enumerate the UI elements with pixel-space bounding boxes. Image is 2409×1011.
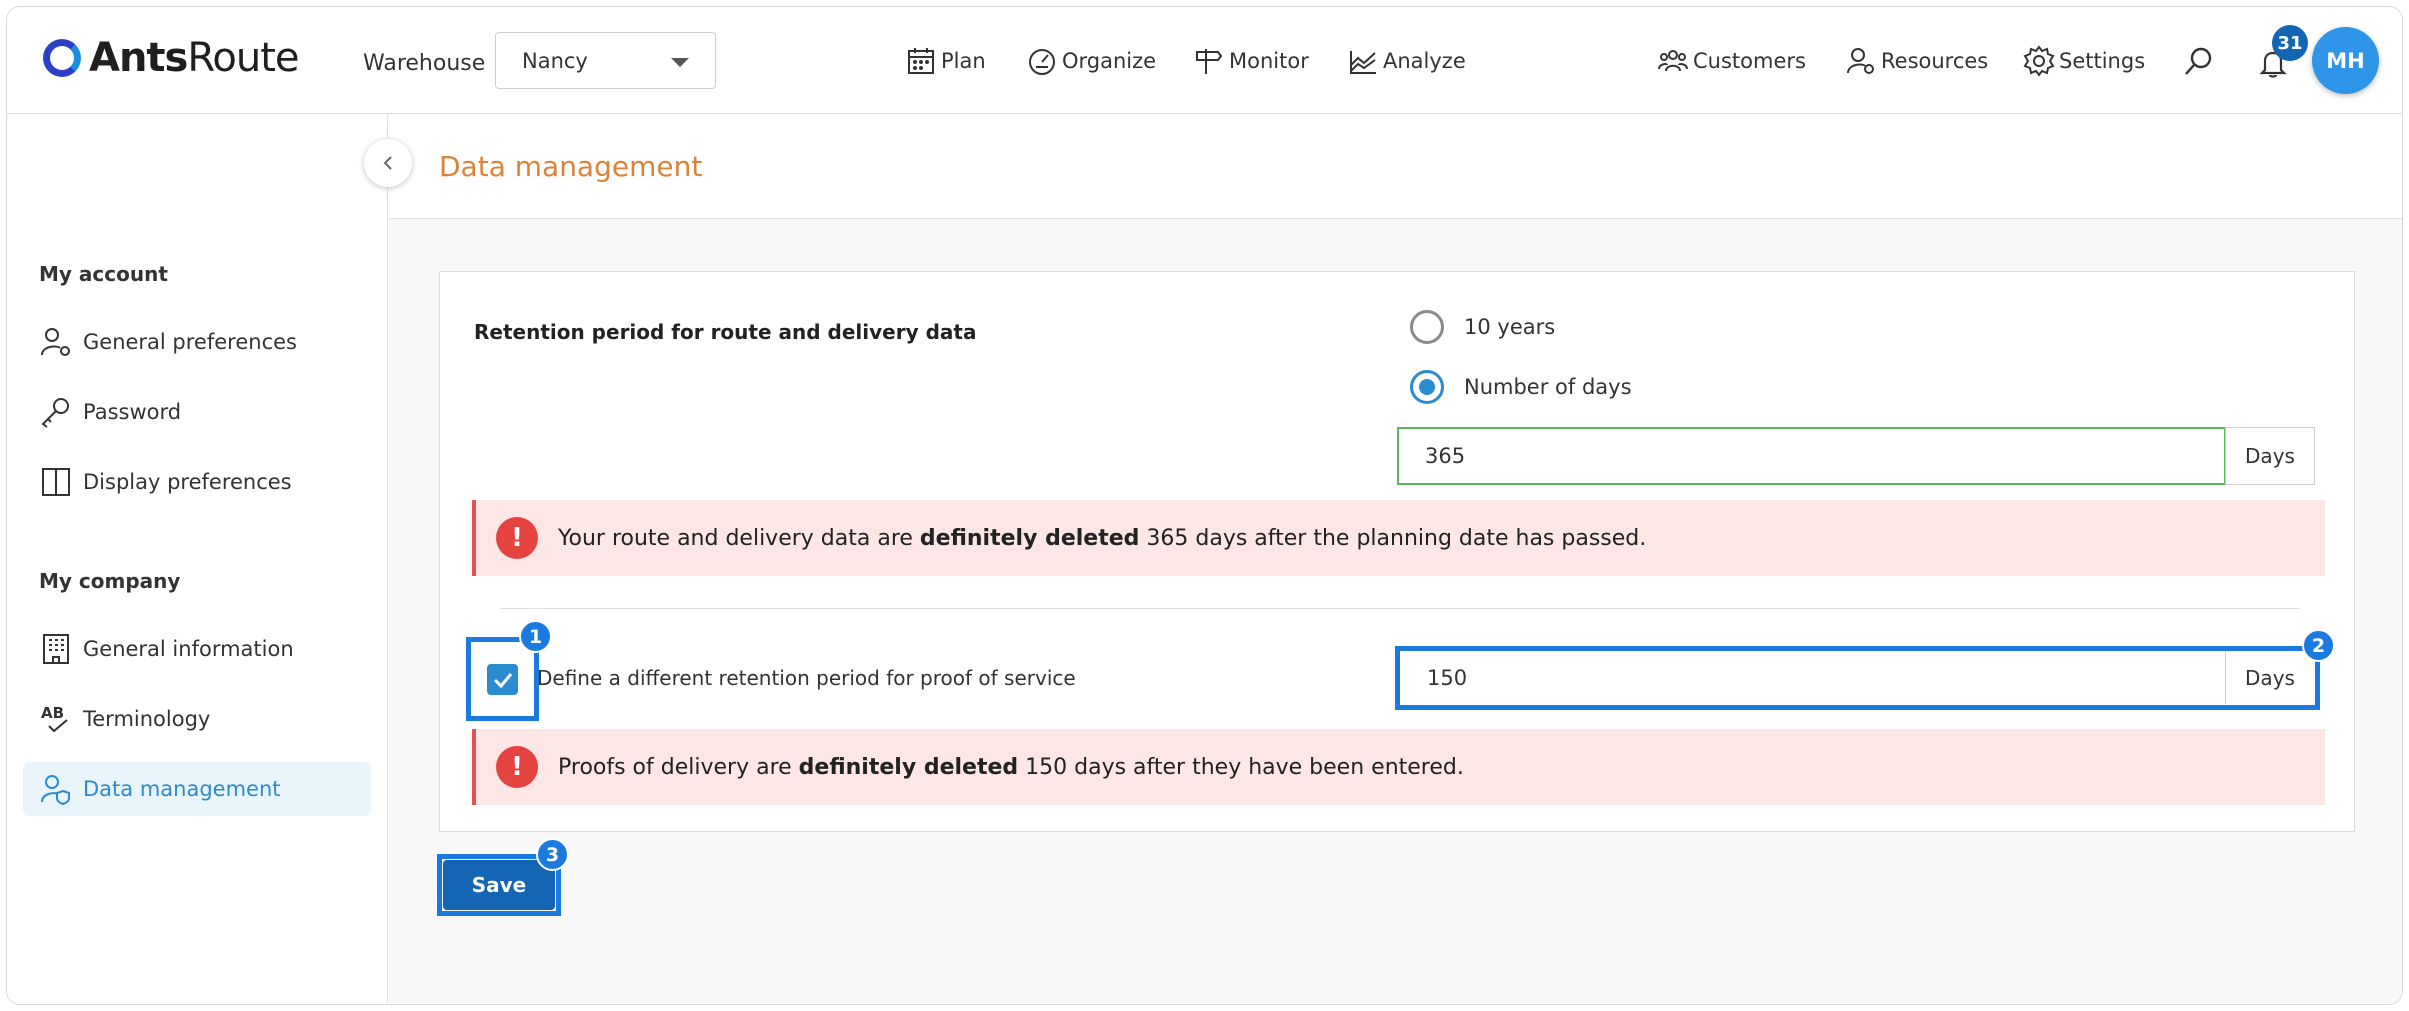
- warehouse-select[interactable]: Nancy: [495, 32, 716, 89]
- my-company-title: My company: [39, 569, 181, 593]
- caret-down-icon: [671, 58, 689, 67]
- collapse-sidebar-button[interactable]: [364, 139, 412, 187]
- proof-warning-alert: ! Proofs of delivery are definitely dele…: [472, 729, 2325, 805]
- proof-of-service-label: Define a different retention period for …: [537, 666, 1076, 690]
- nav-settings[interactable]: Settings: [2023, 45, 2145, 77]
- divider: [500, 608, 2300, 609]
- radio-number-of-days[interactable]: Number of days: [1410, 370, 1632, 404]
- chart-icon: [1350, 51, 1376, 74]
- avatar[interactable]: MH: [2312, 27, 2379, 94]
- resources-icon: [1847, 48, 1874, 74]
- sidebar: My account General preferences Password …: [7, 114, 388, 1004]
- abc-check-icon: AB: [41, 704, 68, 733]
- sidebar-item-display-preferences[interactable]: Display preferences: [23, 455, 371, 509]
- nav-customers[interactable]: Customers: [1657, 45, 1806, 77]
- top-bar: AntsRoute Warehouse Nancy Plan Organize …: [7, 7, 2402, 114]
- save-button[interactable]: Save: [443, 860, 555, 910]
- nav-monitor[interactable]: Monitor: [1193, 45, 1309, 77]
- exclamation-icon: !: [496, 746, 538, 788]
- user-gear-icon: [41, 328, 70, 356]
- retention-days-unit: Days: [2225, 427, 2315, 485]
- step-badge-1: 1: [519, 620, 552, 653]
- columns-icon: [42, 468, 70, 496]
- search-button[interactable]: [2183, 45, 2219, 77]
- radio-checked-icon: [1410, 370, 1444, 404]
- key-icon: [41, 398, 69, 428]
- step-badge-2: 2: [2302, 629, 2335, 662]
- retention-warning-alert: ! Your route and delivery data are defin…: [472, 500, 2325, 576]
- nav-plan[interactable]: Plan: [905, 45, 986, 77]
- radio-unchecked-icon: [1410, 310, 1444, 344]
- exclamation-icon: !: [496, 517, 538, 559]
- proof-of-service-days-unit: Days: [2226, 652, 2314, 704]
- chevron-left-icon: [383, 156, 392, 170]
- building-icon: [43, 634, 69, 664]
- retention-label: Retention period for route and delivery …: [474, 320, 977, 344]
- data-retention-card: Retention period for route and delivery …: [439, 271, 2355, 832]
- my-account-title: My account: [39, 262, 168, 286]
- warehouse-value: Nancy: [522, 48, 588, 73]
- nav-organize[interactable]: Organize: [1026, 45, 1156, 77]
- sidebar-item-general-preferences[interactable]: General preferences: [23, 315, 371, 369]
- proof-of-service-checkbox[interactable]: [487, 664, 518, 695]
- svg-text:AB: AB: [41, 704, 64, 722]
- step-badge-3: 3: [536, 838, 569, 871]
- page-header: Data management: [389, 114, 2402, 219]
- sidebar-item-password[interactable]: Password: [23, 385, 371, 439]
- retention-days-input[interactable]: 365: [1397, 427, 2226, 485]
- sidebar-item-terminology[interactable]: AB Terminology: [23, 692, 371, 746]
- gear-icon: [2023, 45, 2055, 77]
- signpost-icon: [1196, 49, 1223, 74]
- logo-mark-icon: [43, 39, 81, 77]
- calendar-icon: [908, 48, 934, 74]
- nav-analyze[interactable]: Analyze: [1347, 45, 1466, 77]
- customers-icon: [1658, 50, 1688, 72]
- search-icon: [2185, 47, 2212, 75]
- sidebar-item-general-information[interactable]: General information: [23, 622, 371, 676]
- proof-of-service-days-input[interactable]: 150: [1401, 652, 2226, 704]
- check-icon: [493, 672, 512, 688]
- user-shield-icon: [41, 775, 70, 806]
- notification-count-badge: 31: [2272, 25, 2308, 61]
- logo[interactable]: AntsRoute: [43, 35, 300, 81]
- nav-resources[interactable]: Resources: [1845, 45, 1988, 77]
- warehouse-label: Warehouse: [363, 51, 486, 76]
- app-window: AntsRoute Warehouse Nancy Plan Organize …: [6, 6, 2403, 1005]
- sidebar-item-data-management[interactable]: Data management: [23, 762, 371, 816]
- radio-10-years[interactable]: 10 years: [1410, 310, 1555, 344]
- main-content: Data management Retention period for rou…: [389, 114, 2402, 1004]
- speedometer-icon: [1029, 49, 1055, 75]
- page-title: Data management: [439, 150, 703, 183]
